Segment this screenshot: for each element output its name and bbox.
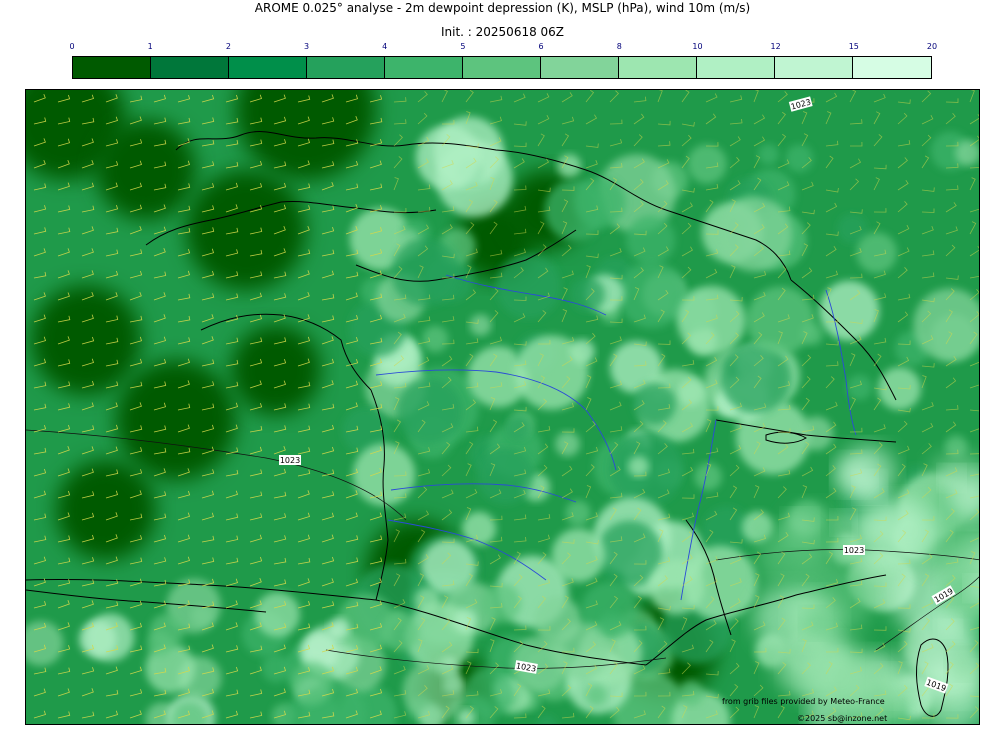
colorbar-segment <box>151 57 229 78</box>
colorbar-segment <box>619 57 697 78</box>
field-blob-land <box>878 367 921 411</box>
field-blob-land <box>678 680 704 706</box>
colorbar-tick-label: 4 <box>382 42 388 51</box>
colorbar-tick-label: 15 <box>848 42 859 51</box>
field-blob-land <box>618 261 686 329</box>
colorbar <box>72 56 932 79</box>
colorbar-segment <box>463 57 541 78</box>
init-time: Init. : 20250618 06Z <box>440 25 565 39</box>
colorbar-tick-label: 12 <box>770 42 781 51</box>
credit-data-source: from grib files provided by Meteo-France <box>722 697 885 706</box>
field-blob-land <box>506 416 531 441</box>
colorbar-segment <box>775 57 853 78</box>
map-title: AROME 0.025° analyse - 2m dewpoint depre… <box>254 1 751 15</box>
field-blob-land <box>633 382 676 426</box>
field-blob-land <box>856 232 897 273</box>
field-blob-south <box>86 613 135 662</box>
field-blob-south <box>414 587 441 614</box>
field-blob-east <box>803 609 830 637</box>
field-blob-land <box>785 144 814 173</box>
field-blob-land <box>544 179 606 241</box>
colorbar-tick-label: 0 <box>69 42 75 51</box>
field-blob-south <box>389 609 407 627</box>
field-blob-land <box>819 280 880 341</box>
field-blob-east <box>949 648 978 678</box>
field-blob-dark <box>116 360 236 480</box>
isobar-label: 1023 <box>843 545 865 555</box>
field-blob-land <box>570 277 605 312</box>
field-blob-land <box>799 416 834 451</box>
field-blob-south <box>585 684 607 706</box>
field-blob-land <box>469 314 492 336</box>
field-blob-south <box>147 631 173 657</box>
isobar-label-text: 1023 <box>280 456 300 465</box>
colorbar-tick-label: 6 <box>538 42 544 51</box>
colorbar-segment <box>697 57 775 78</box>
colorbar-tick-label: 10 <box>692 42 703 51</box>
colorbar-tick-label: 3 <box>303 42 310 51</box>
colorbar-tick-label: 20 <box>926 42 938 51</box>
colorbar-tick-label: 5 <box>460 42 466 51</box>
field-blob-south <box>261 654 291 683</box>
isobar-label-text: 1023 <box>844 546 864 555</box>
field-blob-land <box>477 447 534 505</box>
field-blob-land <box>415 124 481 190</box>
field-blob-dark <box>231 325 321 415</box>
field-blob-land <box>396 378 463 444</box>
field-blob-dark <box>56 460 156 560</box>
field-blob-south <box>552 622 610 680</box>
colorbar-tick-label: 1 <box>147 42 153 51</box>
field-blob-land <box>758 143 779 165</box>
credit-copyright: ©2025 sb@inzone.net <box>797 714 888 723</box>
colorbar-segment <box>385 57 463 78</box>
colorbar-segment <box>541 57 619 78</box>
colorbar-segment <box>73 57 151 78</box>
field-blob-land <box>557 154 582 178</box>
field-blob-south <box>481 583 521 623</box>
field-blob-south <box>255 592 300 637</box>
field-blob-dark <box>31 285 141 395</box>
field-blob-dark <box>186 170 306 290</box>
field-blob-land <box>551 528 606 583</box>
colorbar-tick-label: 8 <box>616 42 622 51</box>
colorbar-tick-label: 2 <box>225 42 231 51</box>
field-blob-land <box>626 215 676 265</box>
field-blob-east <box>875 497 942 564</box>
field-blob-land <box>514 335 589 410</box>
field-blob-land <box>496 254 561 319</box>
field-blob-south <box>291 661 333 704</box>
map-panel[interactable]: 1023 1023 1023 1023 1019 1019 <box>25 89 980 725</box>
field-blob-land <box>955 140 979 166</box>
field-blob-south <box>403 660 465 722</box>
field-blob-land <box>391 238 460 307</box>
colorbar-segment <box>229 57 307 78</box>
field-blob-south <box>599 611 622 634</box>
field-blob-east <box>840 445 896 501</box>
field-blob-land <box>687 144 727 184</box>
field-blob-land <box>565 500 591 526</box>
field-blob-south <box>328 617 350 639</box>
map-svg: 102310231023102310191019 <box>26 90 979 724</box>
field-blob-dark <box>96 120 196 220</box>
field-blob-land <box>422 325 449 353</box>
isobar-label: 1023 <box>279 455 301 465</box>
colorbar-segment <box>853 57 931 78</box>
field-blob-land <box>694 463 722 491</box>
colorbar-segment <box>307 57 385 78</box>
